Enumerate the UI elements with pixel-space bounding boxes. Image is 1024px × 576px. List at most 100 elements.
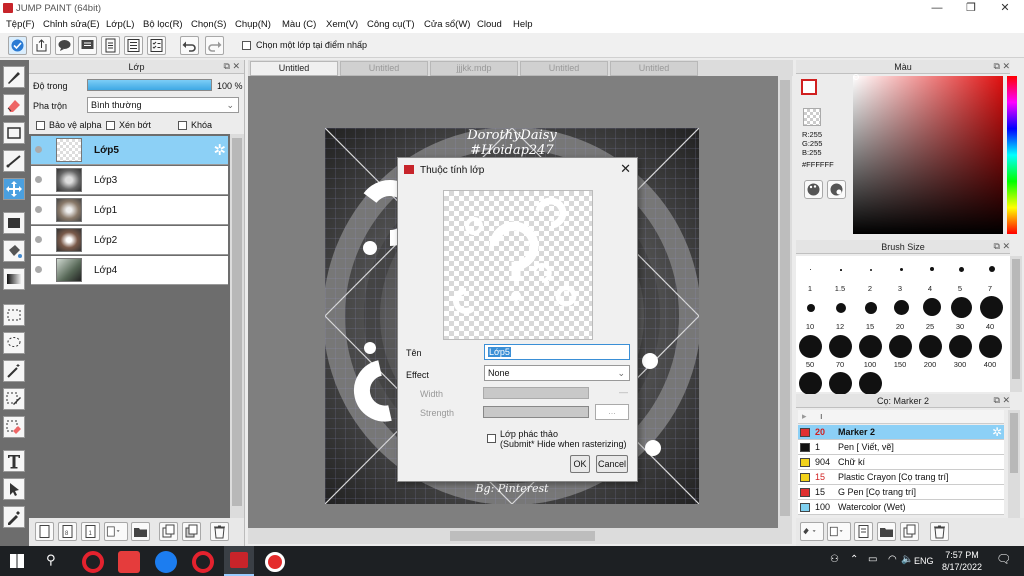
layer-row[interactable]: Lớp1	[31, 196, 228, 225]
menu-cloud[interactable]: Cloud	[477, 19, 502, 30]
windows-start-icon[interactable]	[10, 554, 24, 568]
brush-size-dot[interactable]	[959, 267, 964, 272]
list-icon[interactable]	[124, 36, 143, 55]
brush-size-dot[interactable]	[836, 303, 846, 313]
transparent-color-swatch[interactable]	[803, 108, 821, 126]
brush-size-dot[interactable]	[989, 266, 995, 272]
rect-select-tool-icon[interactable]	[3, 122, 25, 144]
ok-button[interactable]: OK	[570, 455, 590, 473]
brush-settings-icon[interactable]	[854, 522, 873, 541]
brush-menu-icon[interactable]	[827, 522, 851, 541]
add-brush-menu-icon[interactable]	[800, 522, 824, 541]
brush-size-dot[interactable]	[859, 335, 882, 358]
add-layer-menu-icon[interactable]	[104, 522, 128, 541]
redo-icon[interactable]	[205, 36, 224, 55]
folder-icon[interactable]	[131, 522, 150, 541]
brush-size-dot[interactable]	[859, 372, 882, 395]
search-icon[interactable]: ⚲	[46, 552, 56, 568]
brush-list-item[interactable]: 100 Watercolor (Wet)	[798, 500, 1004, 515]
gradient-tool-icon[interactable]	[3, 268, 25, 290]
brush-size-dot[interactable]	[829, 372, 852, 395]
brush-folder-icon[interactable]	[877, 522, 896, 541]
clock[interactable]: 7:57 PM 8/17/2022	[938, 549, 986, 573]
panel-popout-icon[interactable]: ⧉ ✕	[994, 241, 1010, 252]
record-icon[interactable]	[265, 552, 285, 572]
brush-size-dot[interactable]	[894, 300, 909, 315]
chevron-up-icon[interactable]: ⌃	[850, 554, 858, 565]
bucket-tool-icon[interactable]	[3, 240, 25, 262]
check-icon[interactable]	[8, 36, 27, 55]
play-icon[interactable]: ▸	[802, 411, 807, 422]
scrollbar-thumb[interactable]	[780, 80, 790, 516]
visibility-icon[interactable]	[35, 176, 42, 183]
primary-color-swatch[interactable]	[801, 79, 817, 95]
notification-icon[interactable]: 🗨	[996, 552, 1011, 566]
effect-select[interactable]: None ⌄	[484, 365, 630, 381]
people-icon[interactable]: ⚇	[830, 554, 839, 565]
brush-size-dot[interactable]	[979, 335, 1002, 358]
magic-wand-tool-icon[interactable]	[3, 360, 25, 382]
brush-tool-icon[interactable]	[3, 66, 25, 88]
text-tool-icon[interactable]	[3, 450, 25, 472]
jump-paint-taskbar-icon[interactable]	[224, 546, 254, 576]
menu-file[interactable]: Tệp(F)	[6, 19, 35, 30]
line-tool-icon[interactable]	[3, 150, 25, 172]
brush-size-dot[interactable]	[951, 297, 972, 318]
menu-edit[interactable]: Chỉnh sửa(E)	[43, 19, 100, 30]
brush-list-item[interactable]: 1 Pen [ Viết, vẽ]	[798, 440, 1004, 455]
canvas-vscrollbar[interactable]	[778, 76, 792, 528]
eyedropper-tool-icon[interactable]	[3, 506, 25, 528]
menu-help[interactable]: Help	[513, 19, 533, 30]
wifi-icon[interactable]: ◠	[888, 554, 897, 565]
zalo-icon[interactable]	[155, 551, 177, 573]
brush-size-dot[interactable]	[799, 335, 822, 358]
brush-list-item[interactable]: 20 Marker 2 ✲	[798, 425, 1004, 440]
canvas-hscrollbar[interactable]	[248, 528, 792, 544]
scrollbar-thumb[interactable]	[1010, 413, 1018, 473]
strength-slider[interactable]	[483, 406, 589, 418]
move-tool-icon[interactable]	[3, 178, 25, 200]
eraser-tool-icon[interactable]	[3, 94, 25, 116]
brush-list-item[interactable]: 15 Plastic Crayon [Cọ trang trí]	[798, 470, 1004, 485]
select-tool-icon[interactable]	[3, 304, 25, 326]
tab-jjjkk[interactable]: jjjkk.mdp	[430, 61, 518, 76]
visibility-icon[interactable]	[35, 146, 42, 153]
brush-scrollbar[interactable]	[1010, 256, 1022, 392]
width-slider[interactable]	[483, 387, 589, 399]
brush-size-dot[interactable]	[807, 304, 815, 312]
comment-icon[interactable]	[55, 36, 74, 55]
panel-popout-icon[interactable]: ⧉ ✕	[224, 61, 240, 72]
color-picker-cursor[interactable]	[853, 74, 859, 80]
menu-tools[interactable]: Công cụ(T)	[367, 19, 415, 30]
menu-color[interactable]: Màu (C)	[282, 19, 316, 30]
brush-size-dot[interactable]	[900, 268, 903, 271]
lasso-tool-icon[interactable]	[3, 332, 25, 354]
layer-row[interactable]: Lớp4	[31, 256, 228, 285]
layer-scrollbar[interactable]	[230, 134, 244, 518]
menu-select[interactable]: Chọn(S)	[191, 19, 226, 30]
saturation-value-picker[interactable]	[853, 76, 1003, 234]
clip-checkbox[interactable]	[106, 121, 115, 130]
brush-list-item[interactable]: 15 G Pen [Cọ trang trí]	[798, 485, 1004, 500]
new-layer-8bit-icon[interactable]: 8	[58, 522, 77, 541]
close-window-icon[interactable]: ✕	[990, 0, 1020, 17]
protect-alpha-checkbox[interactable]	[36, 121, 45, 130]
brush-size-dot[interactable]	[919, 335, 942, 358]
close-icon[interactable]: ✕	[620, 161, 631, 177]
panel-popout-icon[interactable]: ⧉ ✕	[994, 61, 1010, 72]
brush-size-dot[interactable]	[923, 298, 941, 316]
brush-size-dot[interactable]	[930, 267, 934, 271]
battery-icon[interactable]: ▭	[868, 554, 877, 565]
brush-size-dot[interactable]	[889, 335, 912, 358]
brush-size-dot[interactable]	[810, 269, 811, 270]
tab-untitled-2[interactable]: Untitled	[340, 61, 428, 76]
undo-icon[interactable]	[180, 36, 199, 55]
brush-size-dot[interactable]	[799, 372, 822, 395]
menu-filter[interactable]: Bộ lọc(R)	[143, 19, 183, 30]
brush-size-dot[interactable]	[829, 335, 852, 358]
brush-list-item[interactable]: 904 Chữ kí	[798, 455, 1004, 470]
panel-popout-icon[interactable]: ⧉ ✕	[994, 395, 1010, 406]
menu-capture[interactable]: Chụp(N)	[235, 19, 271, 30]
palette-icon[interactable]	[804, 180, 823, 199]
fill-rect-tool-icon[interactable]	[3, 212, 25, 234]
